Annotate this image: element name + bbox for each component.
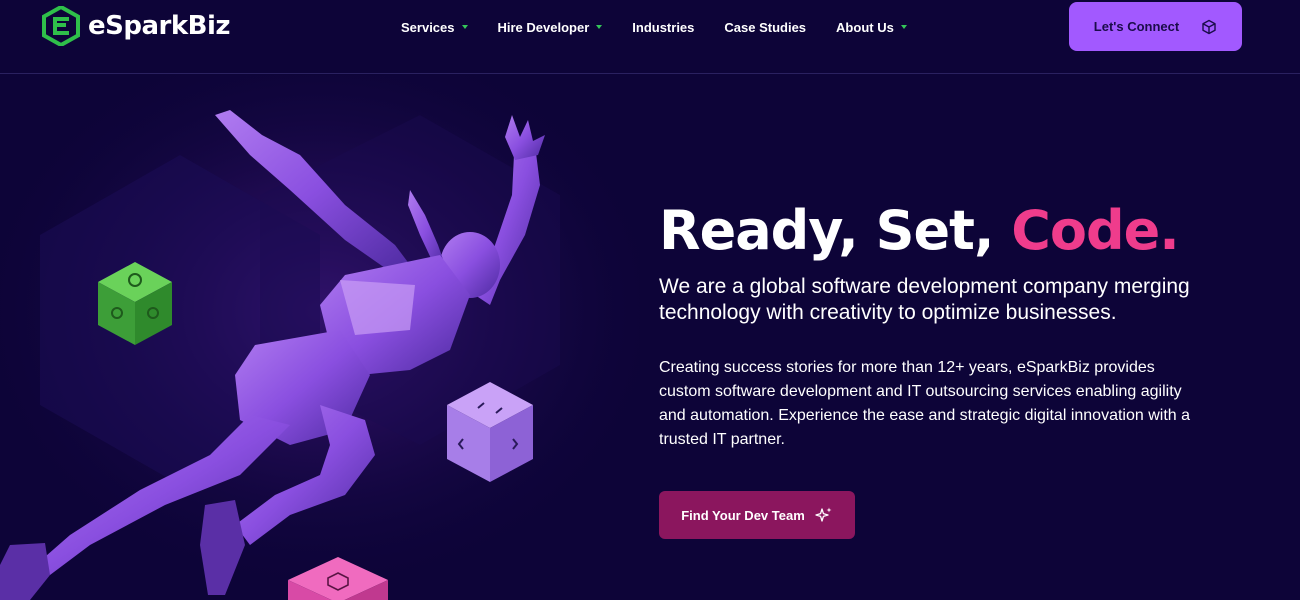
nav-item-label: Case Studies	[724, 19, 807, 35]
nav-item-label: Industries	[632, 19, 695, 35]
lets-connect-label: Let's Connect	[1093, 19, 1180, 34]
nav-item-label: Hire Developer	[497, 19, 590, 35]
nav-item-case-studies[interactable]: Case Studies	[724, 18, 806, 36]
headline-accent: Code.	[1011, 199, 1180, 262]
nav-item-hire-developer[interactable]: Hire Developer	[498, 18, 603, 36]
logo-text: eSparkBiz	[88, 11, 231, 41]
nav-item-industries[interactable]: Industries	[632, 18, 694, 36]
chevron-down-icon	[596, 25, 603, 29]
hero-content: Ready, Set, Code. We are a global softwa…	[659, 196, 1219, 452]
find-dev-team-button[interactable]: Find Your Dev Team	[659, 491, 855, 539]
chevron-down-icon	[900, 25, 907, 29]
chevron-down-icon	[461, 25, 468, 29]
nav-item-about-us[interactable]: About Us	[836, 18, 907, 36]
hero-illustration	[0, 75, 640, 600]
hero-headline: Ready, Set, Code.	[659, 196, 1219, 266]
nav-item-label: Services	[401, 19, 455, 35]
main-nav: Services Hire Developer Industries Case …	[401, 18, 937, 36]
esparkbiz-logo-icon	[42, 6, 80, 46]
nav-item-label: About Us	[836, 19, 894, 35]
cube-icon	[1201, 19, 1217, 35]
sparkle-icon	[815, 506, 833, 524]
site-header: eSparkBiz Services Hire Developer Indust…	[0, 0, 1300, 74]
hero-description: Creating success stories for more than 1…	[659, 359, 1191, 448]
lets-connect-button[interactable]: Let's Connect	[1069, 2, 1242, 51]
nav-item-services[interactable]: Services	[401, 18, 468, 36]
logo[interactable]: eSparkBiz	[42, 6, 231, 46]
find-dev-team-label: Find Your Dev Team	[681, 507, 805, 523]
headline-text: Ready, Set,	[659, 199, 1012, 262]
hero-subhead: We are a global software development com…	[659, 275, 1190, 324]
